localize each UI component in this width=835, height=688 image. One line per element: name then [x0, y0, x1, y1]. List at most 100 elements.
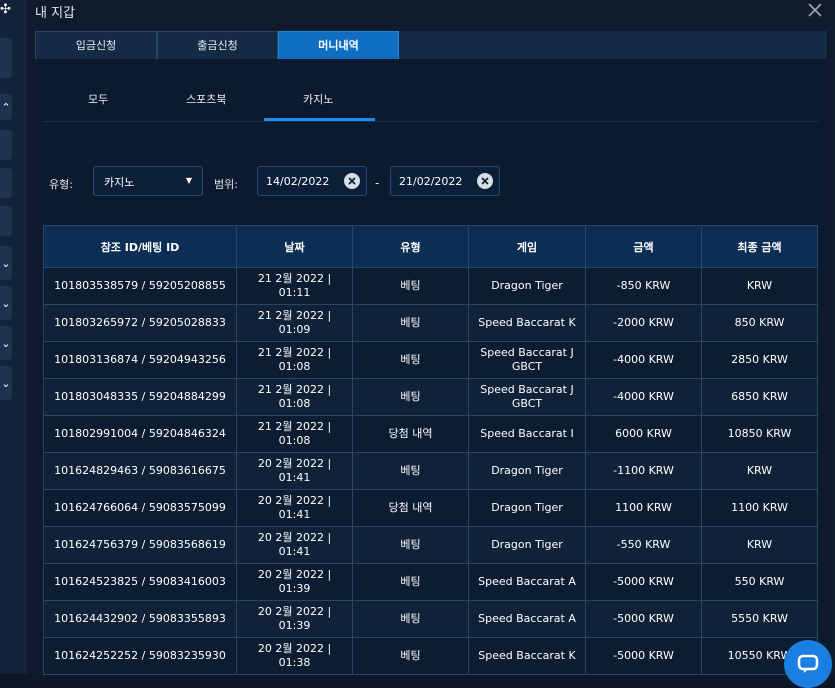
chevron-down-icon[interactable]: ⌄ — [0, 246, 12, 280]
cell-ref-id: 101624829463 / 59083616675 — [43, 452, 237, 490]
cell-ref-id: 101624756379 / 59083568619 — [43, 526, 237, 564]
sidebar-control[interactable] — [0, 38, 12, 78]
cell-amount: -5000 KRW — [585, 637, 702, 675]
cell-date: 21 2월 2022 | 01:08 — [236, 341, 353, 379]
date-to-input[interactable]: 21/02/2022 — [390, 166, 500, 196]
cell-amount: -4000 KRW — [585, 341, 702, 379]
table-row: 101802991004 / 59204846324 21 2월 2022 | 0… — [43, 415, 818, 453]
cell-game: Dragon Tiger — [468, 526, 586, 564]
cell-type: 베팅 — [352, 637, 469, 675]
close-button[interactable] — [807, 2, 823, 18]
cell-amount: -550 KRW — [585, 526, 702, 564]
cell-type: 당첨 내역 — [352, 415, 469, 453]
cell-date: 20 2월 2022 | 01:41 — [236, 526, 353, 564]
cell-game: Speed Baccarat K — [468, 637, 586, 675]
cell-final-amount: 2850 KRW — [701, 341, 818, 379]
cell-date: 21 2월 2022 | 01:09 — [236, 304, 353, 342]
cell-ref-id: 101803136874 / 59204943256 — [43, 341, 237, 379]
table-row: 101624523825 / 59083416003 20 2월 2022 | 0… — [43, 563, 818, 601]
cell-final-amount: KRW — [701, 267, 818, 305]
cell-final-amount: 550 KRW — [701, 563, 818, 601]
cell-final-amount: 6850 KRW — [701, 378, 818, 416]
cell-ref-id: 101803265972 / 59205028833 — [43, 304, 237, 342]
cell-ref-id: 101803538579 / 59205208855 — [43, 267, 237, 305]
chat-button[interactable] — [784, 640, 832, 688]
col-header-type: 유형 — [352, 225, 469, 268]
cell-date: 20 2월 2022 | 01:41 — [236, 489, 353, 527]
cell-ref-id: 101624766064 / 59083575099 — [43, 489, 237, 527]
cell-final-amount: KRW — [701, 526, 818, 564]
subtab-all[interactable]: 모두 — [88, 91, 108, 107]
table-row: 101624766064 / 59083575099 20 2월 2022 | 0… — [43, 489, 818, 527]
cell-final-amount: 1100 KRW — [701, 489, 818, 527]
type-label: 유형: — [49, 178, 73, 191]
cell-type: 당첨 내역 — [352, 489, 469, 527]
date-from-input[interactable]: 14/02/2022 — [257, 166, 367, 196]
cell-game: Dragon Tiger — [468, 452, 586, 490]
range-label: 범위: — [214, 178, 238, 191]
cell-final-amount: 5550 KRW — [701, 600, 818, 638]
tab-withdraw[interactable]: 출금신청 — [157, 31, 278, 59]
sidebar-control[interactable] — [0, 168, 12, 198]
table-header-row: 참조 ID/베팅 ID 날짜 유형 게임 금액 최종 금액 — [43, 225, 818, 268]
tab-money-history[interactable]: 머니내역 — [278, 31, 399, 59]
table-row: 101803265972 / 59205028833 21 2월 2022 | 0… — [43, 304, 818, 342]
tab-deposit[interactable]: 입금신청 — [35, 31, 157, 59]
cell-amount: -5000 KRW — [585, 600, 702, 638]
subtab-casino[interactable]: 카지노 — [303, 91, 333, 107]
table-row: 101803538579 / 59205208855 21 2월 2022 | 0… — [43, 267, 818, 305]
cell-amount: -850 KRW — [585, 267, 702, 305]
table-row: 101624756379 / 59083568619 20 2월 2022 | 0… — [43, 526, 818, 564]
cell-type: 베팅 — [352, 600, 469, 638]
clear-icon[interactable] — [344, 173, 360, 189]
cell-game: Speed Baccarat K — [468, 304, 586, 342]
cell-ref-id: 101803048335 / 59204884299 — [43, 378, 237, 416]
col-header-amount: 금액 — [585, 225, 702, 268]
cell-ref-id: 101624432902 / 59083355893 — [43, 600, 237, 638]
background-sidebar: ✣ ⌃ ⌄ ⌄ ⌄ ⌄ — [0, 0, 27, 674]
sidebar-control[interactable] — [0, 206, 12, 236]
tab-content: 모두 스포츠북 카지노 유형: 카지노 ▼ 범위: 14/02/2022 - 2… — [35, 59, 827, 675]
type-select[interactable]: 카지노 ▼ — [93, 166, 203, 196]
cell-date: 21 2월 2022 | 01:08 — [236, 378, 353, 416]
cell-amount: 1100 KRW — [585, 489, 702, 527]
cell-amount: -5000 KRW — [585, 563, 702, 601]
chevron-down-icon[interactable]: ⌄ — [0, 326, 12, 360]
cell-type: 베팅 — [352, 563, 469, 601]
cell-amount: -1100 KRW — [585, 452, 702, 490]
cell-type: 베팅 — [352, 267, 469, 305]
subtab-active-indicator — [264, 118, 375, 121]
chat-icon — [797, 654, 819, 673]
cell-type: 베팅 — [352, 341, 469, 379]
menu-icon[interactable]: ✣ — [0, 2, 14, 18]
cell-ref-id: 101624523825 / 59083416003 — [43, 563, 237, 601]
clear-icon[interactable] — [477, 173, 493, 189]
cell-ref-id: 101802991004 / 59204846324 — [43, 415, 237, 453]
range-separator: - — [375, 176, 380, 190]
cell-amount: 6000 KRW — [585, 415, 702, 453]
sidebar-control[interactable] — [0, 130, 12, 160]
modal-title: 내 지갑 — [35, 6, 76, 21]
cell-final-amount: KRW — [701, 452, 818, 490]
table-row: 101624432902 / 59083355893 20 2월 2022 | 0… — [43, 600, 818, 638]
cell-game: Speed Baccarat J GBCT — [468, 378, 586, 416]
cell-game: Speed Baccarat A — [468, 563, 586, 601]
chevron-up-icon[interactable]: ⌃ — [0, 94, 12, 120]
cell-type: 베팅 — [352, 378, 469, 416]
close-icon — [808, 3, 822, 17]
chevron-down-icon[interactable]: ⌄ — [0, 286, 12, 320]
subtabs: 모두 스포츠북 카지노 — [43, 59, 819, 122]
table-row: 101803048335 / 59204884299 21 2월 2022 | 0… — [43, 378, 818, 416]
col-header-game: 게임 — [468, 225, 586, 268]
cell-game: Speed Baccarat J GBCT — [468, 341, 586, 379]
cell-date: 20 2월 2022 | 01:39 — [236, 563, 353, 601]
main-tabs: 입금신청 출금신청 머니내역 — [35, 31, 827, 59]
cell-type: 베팅 — [352, 526, 469, 564]
col-header-ref-id: 참조 ID/베팅 ID — [43, 225, 237, 268]
cell-type: 베팅 — [352, 304, 469, 342]
chevron-down-icon[interactable]: ⌄ — [0, 366, 12, 400]
subtab-sportsbook[interactable]: 스포츠북 — [186, 91, 226, 107]
date-from-value: 14/02/2022 — [266, 175, 330, 188]
table-row: 101624252252 / 59083235930 20 2월 2022 | 0… — [43, 637, 818, 675]
cell-date: 21 2월 2022 | 01:08 — [236, 415, 353, 453]
